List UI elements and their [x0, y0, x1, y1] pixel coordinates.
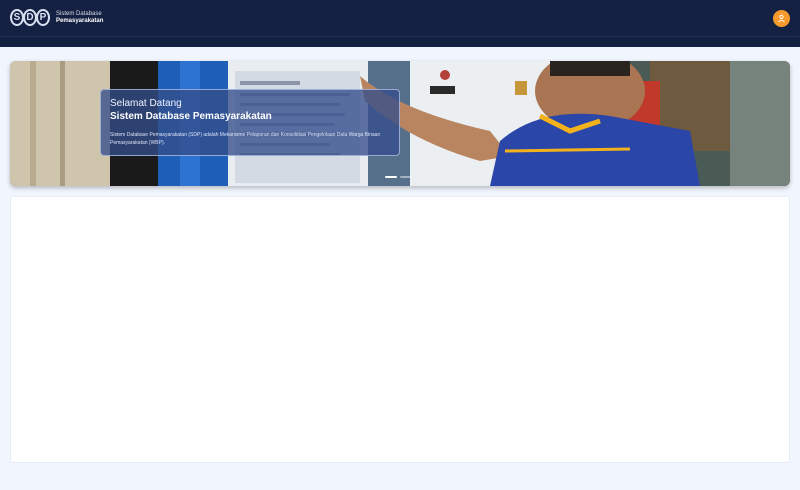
- carousel-dot-2[interactable]: [400, 176, 412, 178]
- welcome-card: Selamat Datang Sistem Database Pemasyara…: [100, 89, 400, 156]
- hero-carousel[interactable]: Selamat Datang Sistem Database Pemasyara…: [10, 61, 790, 186]
- welcome-description: Sistem Database Pemasyarakatan (SDP) ada…: [110, 132, 381, 146]
- main-content-panel: [10, 196, 790, 463]
- welcome-title: Sistem Database Pemasyarakatan: [110, 111, 272, 122]
- logo-letter-d: D: [23, 9, 37, 26]
- app-logo[interactable]: S D P Sistem Database Pemasyarakatan: [10, 9, 103, 26]
- carousel-indicators: [385, 176, 412, 178]
- user-menu-button[interactable]: [773, 10, 790, 27]
- navbar-divider: [0, 36, 800, 47]
- carousel-dot-1[interactable]: [385, 176, 397, 178]
- logo-letter-p: P: [36, 9, 50, 26]
- logo-mark: S D P: [10, 9, 50, 26]
- logo-letter-s: S: [10, 9, 24, 26]
- welcome-kicker: Selamat Datang: [110, 98, 182, 109]
- logo-line-2: Pemasyarakatan: [56, 17, 104, 24]
- user-icon: [778, 14, 785, 23]
- top-navbar: S D P Sistem Database Pemasyarakatan: [0, 0, 800, 36]
- logo-line-1: Sistem Database: [56, 10, 102, 17]
- logo-text: Sistem Database Pemasyarakatan: [56, 11, 103, 25]
